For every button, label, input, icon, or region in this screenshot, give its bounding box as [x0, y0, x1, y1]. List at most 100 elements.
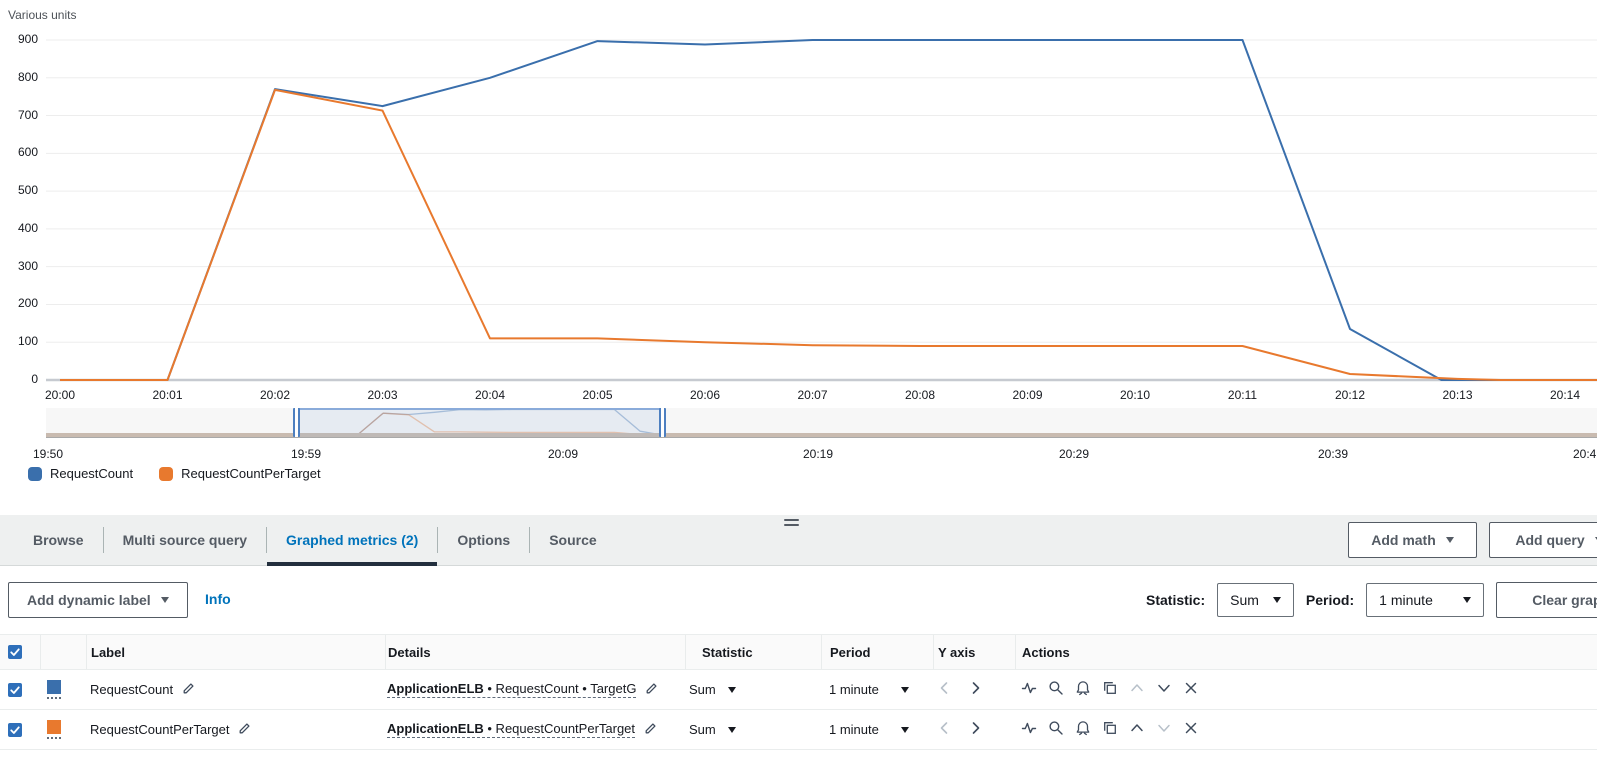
row-period-value: 1 minute — [829, 722, 879, 737]
legend-swatch — [159, 467, 173, 481]
period-select[interactable]: 1 minute — [1366, 583, 1484, 617]
statistic-value: Sum — [1230, 592, 1259, 608]
period-cell: 1 minute — [821, 710, 933, 749]
info-link[interactable]: Info — [205, 591, 231, 607]
scrubber-handle-left[interactable] — [293, 408, 300, 437]
chart-series-lines — [60, 40, 1597, 380]
scrubber-baseline — [46, 433, 1597, 437]
column-header-details: Details — [385, 635, 685, 669]
row-checkbox[interactable] — [8, 723, 22, 737]
move-up-icon[interactable] — [1129, 680, 1145, 699]
yaxis-cell — [933, 710, 1015, 749]
row-checkbox[interactable] — [8, 683, 22, 697]
alarm-icon[interactable] — [1075, 680, 1091, 699]
chevron-down-icon[interactable] — [901, 727, 909, 733]
add-dynamic-label-text: Add dynamic label — [27, 592, 151, 608]
row-period-value: 1 minute — [829, 682, 879, 697]
chevron-down-icon — [161, 597, 169, 603]
metrics-line-chart[interactable] — [0, 0, 1597, 400]
tab-graphed-metrics-2[interactable]: Graphed metrics (2) — [267, 515, 437, 565]
panel-tab-bar: BrowseMulti source queryGraphed metrics … — [0, 515, 1597, 566]
statistic-select[interactable]: Sum — [1217, 583, 1294, 617]
row-select-cell — [0, 670, 40, 709]
legend-item-requestcountpertarget[interactable]: RequestCountPerTarget — [159, 466, 320, 481]
chevron-left-icon[interactable] — [937, 680, 953, 699]
legend-label: RequestCountPerTarget — [181, 466, 320, 481]
chevron-right-icon[interactable] — [967, 720, 983, 739]
tab-multi-source-query[interactable]: Multi source query — [104, 515, 266, 565]
scrubber-time-label: 20:29 — [1059, 447, 1089, 461]
alarm-icon[interactable] — [1075, 720, 1091, 739]
add-math-button[interactable]: Add math — [1348, 522, 1477, 558]
chevron-down-icon[interactable] — [901, 687, 909, 693]
metric-color-swatch — [47, 680, 61, 694]
scrubber-handle-right[interactable] — [659, 408, 666, 437]
metrics-table-header: LabelDetailsStatisticPeriodY axisActions — [0, 634, 1597, 670]
add-query-label: Add query — [1515, 532, 1584, 548]
add-math-label: Add math — [1371, 532, 1436, 548]
chevron-right-icon[interactable] — [967, 680, 983, 699]
time-range-scrubber[interactable] — [46, 408, 1597, 437]
zoom-icon[interactable] — [1048, 720, 1064, 739]
tab-source[interactable]: Source — [530, 515, 615, 565]
chevron-down-icon — [1446, 537, 1454, 543]
zoom-icon[interactable] — [1048, 680, 1064, 699]
period-cell: 1 minute — [821, 670, 933, 709]
statistic-cell: Sum — [685, 670, 821, 709]
metric-details[interactable]: ApplicationELB • RequestCountPerTarget — [387, 721, 635, 738]
header-select-all-cell — [0, 635, 40, 669]
chevron-down-icon[interactable] — [728, 727, 736, 733]
statistic-period-controls: Statistic: Sum Period: 1 minute Clear gr… — [1146, 582, 1597, 618]
metrics-chart-area: Various units 90080070060050040030020010… — [0, 0, 1597, 515]
chevron-down-icon[interactable] — [728, 687, 736, 693]
scrubber-time-label: 20:09 — [548, 447, 578, 461]
scrubber-selection[interactable] — [299, 408, 661, 437]
scrubber-time-label: 20:19 — [803, 447, 833, 461]
chevron-down-icon — [1463, 597, 1471, 603]
mini-series-requestcountpertarget — [49, 413, 1597, 435]
row-color-cell — [40, 710, 86, 749]
clear-graph-button[interactable]: Clear graph — [1496, 582, 1597, 618]
chart-legend: RequestCount RequestCountPerTarget — [28, 466, 321, 481]
pencil-icon[interactable] — [643, 720, 659, 739]
period-value: 1 minute — [1379, 592, 1433, 608]
duplicate-icon[interactable] — [1102, 720, 1118, 739]
move-down-icon[interactable] — [1156, 720, 1172, 739]
metrics-table-body: RequestCount ApplicationELB • RequestCou… — [0, 670, 1597, 750]
add-query-button[interactable]: Add query — [1489, 522, 1597, 558]
tab-options[interactable]: Options — [438, 515, 529, 565]
metric-label: RequestCountPerTarget — [90, 722, 229, 737]
series-requestcountpertarget — [60, 90, 1597, 380]
move-up-icon[interactable] — [1129, 720, 1145, 739]
chevron-left-icon[interactable] — [937, 720, 953, 739]
pencil-icon[interactable] — [181, 680, 197, 699]
duplicate-icon[interactable] — [1102, 680, 1118, 699]
pulse-icon[interactable] — [1021, 720, 1037, 739]
graphed-metrics-toolbar: Add dynamic label Info Statistic: Sum Pe… — [0, 566, 1597, 634]
remove-icon[interactable] — [1183, 720, 1199, 739]
label-cell: RequestCount — [86, 670, 385, 709]
scrubber-time-label: 20:39 — [1318, 447, 1348, 461]
pencil-icon[interactable] — [237, 720, 253, 739]
metric-details[interactable]: ApplicationELB • RequestCount • TargetG — [387, 681, 636, 698]
pulse-icon[interactable] — [1021, 680, 1037, 699]
color-swatch-button[interactable] — [47, 720, 61, 739]
add-dynamic-label-button[interactable]: Add dynamic label — [8, 582, 188, 618]
details-cell: ApplicationELB • RequestCountPerTarget — [385, 710, 685, 749]
statistic-label: Statistic: — [1146, 592, 1205, 608]
scrubber-time-label: 19:59 — [291, 447, 321, 461]
scrubber-time-label: 19:50 — [33, 447, 63, 461]
move-down-icon[interactable] — [1156, 680, 1172, 699]
row-color-cell — [40, 670, 86, 709]
select-all-checkbox[interactable] — [8, 645, 22, 659]
resize-drag-handle-icon[interactable] — [784, 519, 799, 526]
remove-icon[interactable] — [1183, 680, 1199, 699]
pencil-icon[interactable] — [644, 680, 660, 699]
color-swatch-button[interactable] — [47, 680, 61, 699]
metric-label: RequestCount — [90, 682, 173, 697]
statistic-cell: Sum — [685, 710, 821, 749]
metric-namespace: ApplicationELB — [387, 721, 484, 736]
tab-browse[interactable]: Browse — [14, 515, 103, 565]
actions-cell — [1015, 710, 1597, 749]
legend-item-requestcount[interactable]: RequestCount — [28, 466, 133, 481]
